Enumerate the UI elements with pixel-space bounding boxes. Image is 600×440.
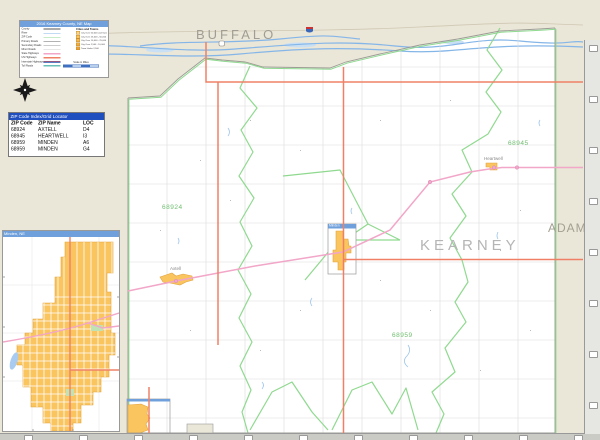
grid-number: 1 (589, 45, 598, 52)
zip-line-sample (44, 37, 61, 38)
grid-letter: D (189, 435, 198, 440)
grid-letter: B (79, 435, 88, 440)
legend-box: 2016 Kearney County, NE Map County River… (19, 20, 109, 78)
river-line-sample (44, 33, 61, 34)
zip-label-68924: 68924 (162, 204, 183, 211)
grid-number: 8 (589, 402, 598, 409)
grid-letter: K (574, 435, 583, 440)
grid-number: 7 (589, 351, 598, 358)
zip-table-header: ZIP Code Index/Grid Locator (9, 113, 104, 120)
zip-label-68945: 68945 (508, 140, 529, 147)
grid-letter: A (24, 435, 33, 440)
grid-letter-strip: A B C D E F G H I J K (0, 433, 600, 440)
town-southwest (128, 404, 150, 433)
grid-number: 6 (589, 300, 598, 307)
grid-letter: H (409, 435, 418, 440)
grid-letter: F (299, 435, 308, 440)
minden-inset-map: Minden, NE (2, 230, 120, 432)
interstate-sample (44, 61, 61, 63)
zip-table-title: ZIP Code Index/Grid Locator (9, 113, 104, 120)
inset-title: Minden, NE (3, 231, 119, 237)
minor-road-sample (44, 49, 61, 50)
minden-callout-box (328, 224, 356, 274)
scale-bar: Scale in Miles (63, 61, 99, 68)
county-label-buffalo: BUFFALO (196, 27, 276, 42)
county-line-sample (44, 29, 61, 30)
grid-letter: J (519, 435, 528, 440)
cities-and-towns-legend: Cities and Towns City Over 50,000 and Su… (76, 28, 107, 50)
grid-letter: C (134, 435, 143, 440)
grid-number: 3 (589, 147, 598, 154)
grid-number: 4 (589, 198, 598, 205)
city-class-row: Town Under 2,500 (76, 46, 107, 50)
small-bottom-inset (187, 424, 213, 433)
us-highway-sample (44, 57, 61, 59)
map-poster: KEARNEY COUNTY, NE Market MAPS 2016 Kear… (0, 0, 600, 440)
grid-letter: I (464, 435, 473, 440)
county-label-kearney: KEARNEY (420, 237, 520, 254)
town-label-axtell: Axtell (170, 266, 181, 271)
grid-number: 5 (589, 249, 598, 256)
table-row: 68959MINDENG4 (9, 146, 104, 153)
state-highway-sample (44, 53, 61, 55)
town-label-heartwell: Heartwell (484, 156, 503, 161)
grid-number-strip: 1 2 3 4 5 6 7 8 (584, 40, 600, 434)
grid-number: 2 (589, 96, 598, 103)
callout-title: Minden (329, 224, 356, 228)
legend-body: County River ZIP Code Primary Roads Seco… (20, 27, 108, 73)
inset-header: Minden, NE (3, 231, 119, 237)
interstate-shield-icon (306, 27, 313, 33)
secondary-road-sample (44, 45, 61, 46)
inset-canvas (3, 237, 119, 431)
primary-road-sample (44, 41, 61, 42)
toll-road-sample (44, 65, 61, 67)
grid-letter: E (244, 435, 253, 440)
zip-code-index-table: ZIP Code Index/Grid Locator ZIP Code ZIP… (8, 112, 105, 157)
scale-bar-segments (63, 65, 99, 68)
zip-label-68959: 68959 (392, 332, 413, 339)
grid-letter: G (354, 435, 363, 440)
city-swatch (76, 46, 80, 50)
